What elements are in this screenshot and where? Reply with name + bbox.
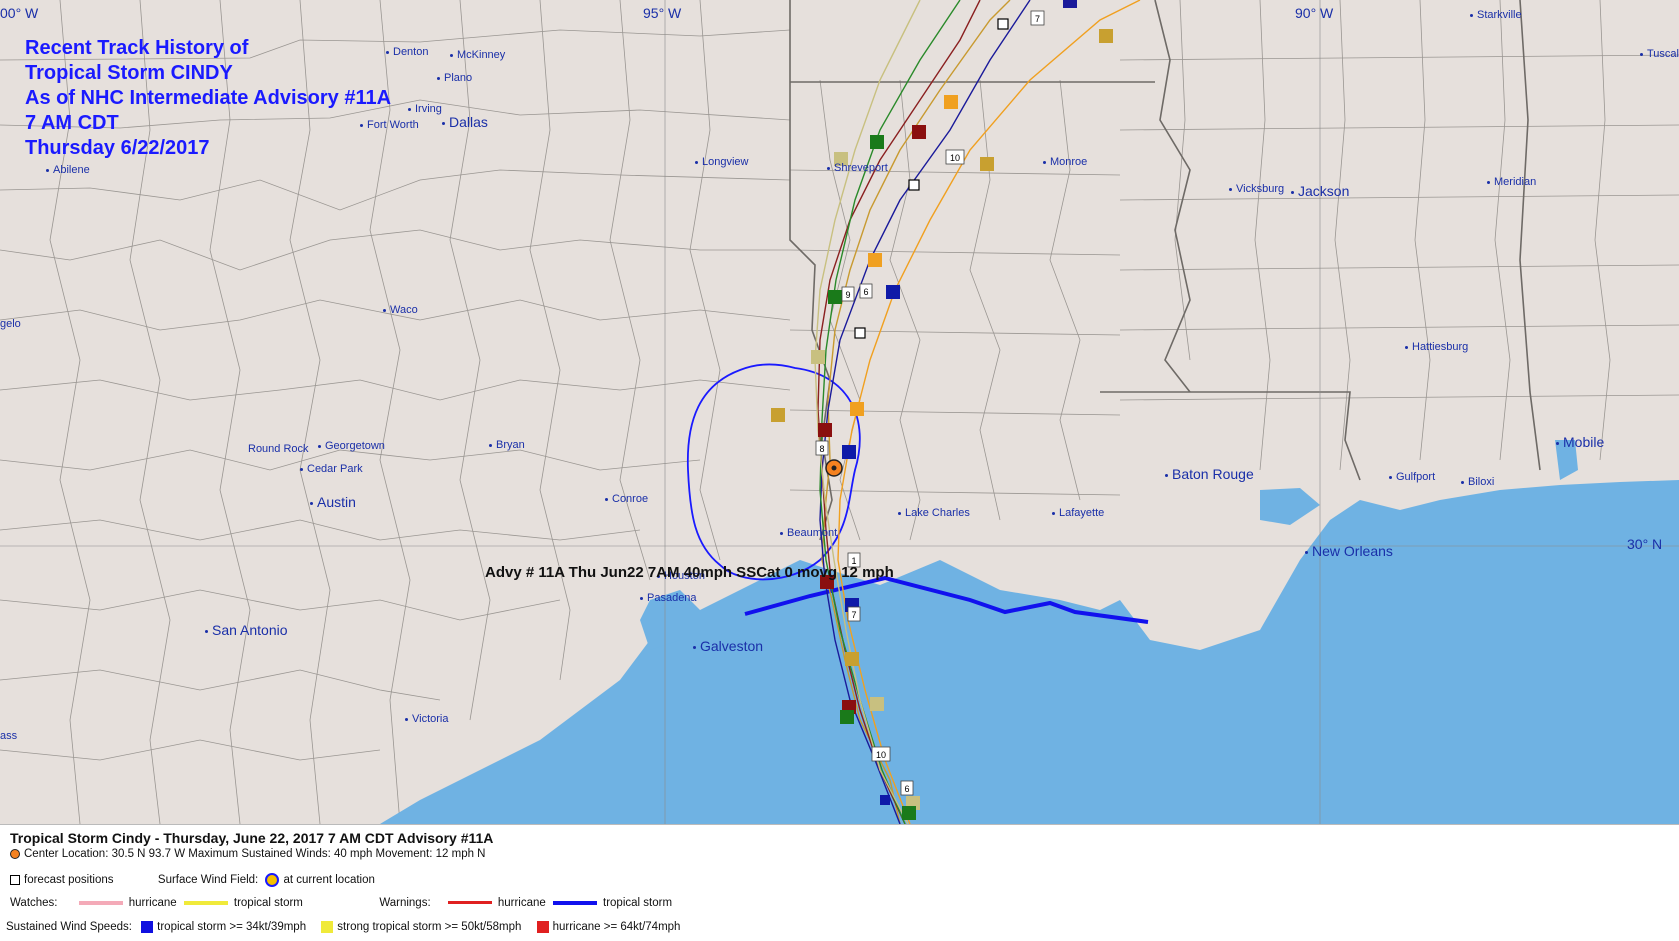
city-lafayette: Lafayette [1052, 507, 1104, 519]
city-mobile: Mobile [1556, 434, 1604, 450]
city-jackson: Jackson [1291, 183, 1349, 199]
forecast-pos-1 [997, 18, 1009, 30]
lon-label-90w: 90° W [1295, 5, 1334, 21]
map-title: Recent Track History of Tropical Storm C… [25, 36, 391, 161]
city-galveston: Galveston [693, 638, 763, 654]
marker-sts-1 [1099, 29, 1113, 43]
marker-ts-1 [1063, 0, 1077, 8]
marker-sts-5 [771, 408, 785, 422]
center-location-icon [10, 848, 20, 859]
map-area: 7 10 9 6 8 1 7 10 6 Recent Track History… [0, 0, 1679, 824]
city-pasadena: Pasadena [640, 592, 697, 604]
wind-field-icon [265, 873, 280, 887]
city-irving: Irving [408, 103, 442, 115]
city-lake-charles: Lake Charles [898, 507, 970, 519]
marker-ts-2 [886, 285, 900, 299]
city-victoria: Victoria [405, 713, 448, 725]
city-biloxi: Biloxi [1461, 476, 1494, 488]
lon-label-95w: 95° W [643, 5, 682, 21]
legend-center-info: Center Location: 30.5 N 93.7 W Maximum S… [10, 848, 486, 860]
forecast-position-icon [10, 875, 20, 885]
city-georgetown: Georgetown [318, 440, 385, 452]
marker-sts-7 [845, 652, 859, 666]
city-san-angelo: gelo [0, 318, 21, 330]
warning-hurricane-swatch [447, 901, 492, 905]
track-label-9: 6 [904, 784, 909, 794]
city-monroe: Monroe [1043, 156, 1087, 168]
legend-row-wind-speeds: Sustained Wind Speeds: tropical storm >=… [6, 921, 681, 934]
legend-row-forecast: forecast positions Surface Wind Field: a… [10, 873, 375, 887]
marker-green-2 [828, 290, 842, 304]
city-bryan: Bryan [489, 439, 525, 451]
city-waco: Waco [383, 304, 418, 316]
ws-hu-swatch [536, 921, 549, 933]
city-fort-worth: Fort Worth [360, 119, 419, 131]
marker-tan-2 [811, 350, 825, 364]
legend-title: Tropical Storm Cindy - Thursday, June 22… [10, 830, 494, 846]
city-starkville: Starkville [1470, 9, 1522, 21]
track-label-8: 10 [876, 750, 886, 760]
track-label-4: 6 [863, 287, 868, 297]
watch-hurricane-swatch [78, 900, 123, 905]
legend-panel: Tropical Storm Cindy - Thursday, June 22… [0, 824, 1679, 941]
marker-sts-6 [850, 402, 864, 416]
marker-ts-5 [880, 795, 890, 805]
city-denton: Denton [386, 46, 428, 58]
ws-sts-swatch [321, 921, 334, 933]
city-meridian: Meridian [1487, 176, 1536, 188]
marker-tan-3 [870, 697, 884, 711]
marker-sts-3 [980, 157, 994, 171]
city-plano: Plano [437, 72, 472, 84]
marker-green-3 [840, 710, 854, 724]
track-label-3: 9 [845, 290, 850, 300]
city-mckinney: McKinney [450, 49, 505, 61]
title-line-3: As of NHC Intermediate Advisory #11A [25, 87, 392, 109]
city-eagle-pass: ass [0, 730, 18, 742]
city-conroe: Conroe [605, 493, 648, 505]
warning-ts-swatch [553, 900, 598, 905]
lon-label-100w: 00° W [0, 5, 39, 21]
city-tuscaloosa: Tuscal [1640, 48, 1679, 60]
marker-green-1 [870, 135, 884, 149]
city-hattiesburg: Hattiesburg [1405, 341, 1468, 353]
title-line-1: Recent Track History of [25, 37, 249, 59]
title-line-5: Thursday 6/22/2017 [25, 137, 210, 159]
marker-green-4 [902, 806, 916, 820]
city-shreveport: Shreveport [827, 162, 888, 174]
city-cedar-park: Cedar Park [300, 463, 363, 475]
city-vicksburg: Vicksburg [1229, 183, 1284, 195]
forecast-pos-2 [908, 179, 920, 191]
marker-hu-2 [818, 423, 832, 437]
advisory-annotation: Advy # 11A Thu Jun22 7AM 40mph SSCat 0 m… [485, 564, 894, 581]
marker-ts-3 [842, 445, 856, 459]
title-line-4: 7 AM CDT [25, 112, 119, 134]
watch-ts-swatch [183, 900, 228, 905]
city-longview: Longview [695, 156, 748, 168]
marker-sts-4 [868, 253, 882, 267]
forecast-pos-3 [854, 327, 866, 339]
city-abilene: Abilene [46, 164, 90, 176]
marker-hu-1 [912, 125, 926, 139]
track-label-2: 10 [950, 153, 960, 163]
ws-ts-swatch [141, 921, 154, 933]
city-round-rock: Round Rock [248, 443, 309, 455]
city-gulfport: Gulfport [1389, 471, 1435, 483]
city-baton-rouge: Baton Rouge [1165, 466, 1254, 482]
track-label-5: 8 [819, 444, 824, 454]
legend-row-watches-warnings: Watches: hurricane tropical storm Warnin… [10, 897, 673, 909]
city-dallas: Dallas [442, 114, 488, 130]
city-austin: Austin [310, 494, 356, 510]
marker-sts-2 [944, 95, 958, 109]
city-new-orleans: New Orleans [1305, 543, 1393, 559]
city-beaumont: Beaumont [780, 527, 837, 539]
city-san-antonio: San Antonio [205, 622, 288, 638]
title-line-2: Tropical Storm CINDY [25, 62, 233, 84]
track-label-1: 7 [1035, 14, 1040, 24]
track-label-7: 7 [851, 610, 856, 620]
lat-label-30n: 30° N [1627, 536, 1663, 552]
